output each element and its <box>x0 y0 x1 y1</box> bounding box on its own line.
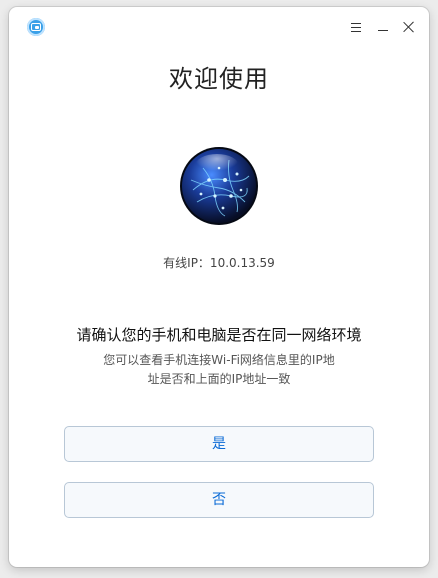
menu-button[interactable] <box>346 17 366 37</box>
close-button[interactable] <box>399 17 419 37</box>
network-globe-icon <box>180 147 258 225</box>
app-window: 欢迎使用 有线IP：10.0.13.59 请确认您的手机和电脑是否在同一网络环境… <box>9 7 429 567</box>
yes-button[interactable]: 是 <box>64 426 374 462</box>
minimize-icon <box>378 30 388 31</box>
close-icon <box>403 21 415 33</box>
menu-icon <box>351 23 361 32</box>
page-title: 欢迎使用 <box>169 65 269 93</box>
network-question: 请确认您的手机和电脑是否在同一网络环境 <box>76 326 362 344</box>
no-button[interactable]: 否 <box>64 482 374 518</box>
wired-ip-label: 有线IP：10.0.13.59 <box>163 256 275 270</box>
monitor-connect-icon <box>27 18 45 36</box>
hint-line-2: 址是否和上面的IP地址一致 <box>147 372 291 386</box>
hint-line-1: 您可以查看手机连接Wi-Fi网络信息里的IP地 <box>103 353 335 367</box>
minimize-button[interactable] <box>373 17 393 37</box>
network-hint: 您可以查看手机连接Wi-Fi网络信息里的IP地 址是否和上面的IP地址一致 <box>69 351 369 389</box>
